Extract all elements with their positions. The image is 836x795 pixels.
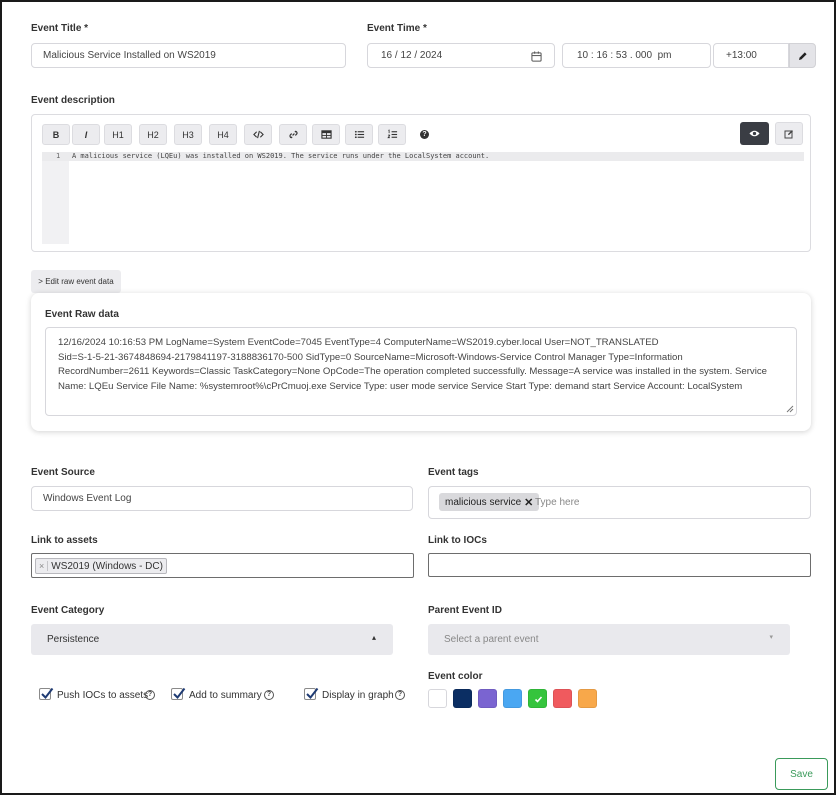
h1-button[interactable]: H1 [104,124,132,145]
color-swatch[interactable] [503,689,522,708]
event-title-input[interactable]: Malicious Service Installed on WS2019 [31,43,346,68]
raw-data-textarea[interactable]: 12/16/2024 10:16:53 PM LogName=System Ev… [45,327,797,416]
event-category-select[interactable]: Persistence ▴ [31,624,393,655]
table-icon [320,130,332,139]
raw-data-line: Sid=S-1-5-21-3674848694-2179841197-31888… [58,351,683,363]
asset-remove-icon[interactable]: × [36,561,49,571]
numbered-list-button[interactable] [378,124,406,145]
add-summary-checkbox[interactable] [171,687,186,700]
timezone-value: +13:00 [726,50,757,61]
event-description-label: Event description [31,95,115,106]
caret-up-icon: ▴ [371,633,376,642]
asset-label: WS2019 (Windows - DC) [51,560,163,572]
line-number: 1 [56,152,61,160]
event-category-value: Persistence [47,634,100,645]
tag-label: malicious service [445,496,522,508]
checkmark-icon [41,687,54,700]
link-button[interactable] [279,124,307,145]
code-icon [252,130,264,139]
raw-data-line: 12/16/2024 10:16:53 PM LogName=System Ev… [58,337,659,348]
link-iocs-input[interactable] [428,553,811,577]
link-icon [288,130,298,139]
h3-button[interactable]: H3 [174,124,202,145]
link-iocs-label: Link to IOCs [428,535,487,546]
event-source-input[interactable]: Windows Event Log [31,486,413,511]
event-color-label: Event color [428,671,483,682]
timezone-input[interactable]: +13:00 [713,43,789,68]
caret-down-icon: ▾ [769,634,773,641]
color-swatch[interactable] [453,689,472,708]
tag-remove-icon[interactable]: ✕ [524,496,533,509]
display-graph-checkbox[interactable] [304,687,319,700]
event-title-label: Event Title * [31,23,89,34]
event-time-input[interactable]: 10 : 16 : 53 . 000 pm [562,43,711,68]
markdown-help-icon[interactable]: ? [420,130,429,139]
calendar-icon[interactable] [531,51,542,62]
color-swatch[interactable] [553,689,572,708]
preview-button[interactable] [740,122,769,145]
pencil-icon [798,51,807,60]
checkmark-icon [173,687,186,700]
asset-chip: × WS2019 (Windows - DC) [35,558,167,574]
parent-event-label: Parent Event ID [428,605,502,616]
checkmark-icon [306,687,319,700]
save-button[interactable]: Save [775,758,828,790]
bullet-list-button[interactable] [345,124,373,145]
event-form: Event Title * Malicious Service Installe… [0,0,836,795]
display-graph-help-icon[interactable]: ? [395,690,405,700]
event-date-input[interactable]: 16 / 12 / 2024 [367,43,555,68]
add-summary-label: Add to summary [189,690,262,701]
event-title-value: Malicious Service Installed on WS2019 [43,50,216,61]
event-source-label: Event Source [31,467,95,478]
raw-data-line: RecordNumber=2611 Keywords=Classic TaskC… [58,366,767,378]
eye-icon [749,130,760,137]
h2-button[interactable]: H2 [139,124,167,145]
description-text[interactable]: A malicious service (LQEu) was installed… [72,152,489,160]
parent-event-select[interactable]: Select a parent event ▾ [428,624,790,655]
raw-data-label: Event Raw data [45,309,119,320]
event-time-label: Event Time * [367,23,427,34]
color-swatch[interactable] [428,689,447,708]
italic-button[interactable]: I [72,124,100,145]
color-swatch[interactable] [478,689,497,708]
checkmark-icon [534,696,543,703]
edit-icon [784,129,793,138]
bullet-list-icon [354,130,364,139]
link-assets-label: Link to assets [31,535,98,546]
tags-placeholder: Type here [535,497,580,508]
event-date-value: 16 / 12 / 2024 [381,50,443,61]
push-iocs-help-icon[interactable]: ? [145,690,155,700]
numbered-list-icon [386,129,397,139]
tag-chip: malicious service ✕ [439,493,540,511]
code-button[interactable] [244,124,272,145]
event-tags-label: Event tags [428,467,479,478]
bold-button[interactable]: B [42,124,70,145]
edit-mode-button[interactable] [775,122,803,145]
h4-button[interactable]: H4 [209,124,237,145]
table-button[interactable] [312,124,340,145]
raw-data-line: Name: LQEu Service File Name: %systemroo… [58,380,743,392]
push-iocs-label: Push IOCs to assets [57,690,149,701]
color-swatch[interactable] [528,689,547,708]
resize-handle-icon[interactable] [785,404,794,413]
event-time-value: 10 : 16 : 53 . 000 pm [577,50,672,61]
event-source-value: Windows Event Log [43,493,132,504]
edit-raw-data-toggle[interactable]: > Edit raw event data [31,270,121,293]
edit-timezone-button[interactable] [789,43,816,68]
display-graph-label: Display in graph [322,690,394,701]
editor-gutter [42,152,69,244]
add-summary-help-icon[interactable]: ? [264,690,274,700]
push-iocs-checkbox[interactable] [39,687,54,700]
event-category-label: Event Category [31,605,105,616]
color-swatch[interactable] [578,689,597,708]
parent-event-placeholder: Select a parent event [444,634,539,645]
